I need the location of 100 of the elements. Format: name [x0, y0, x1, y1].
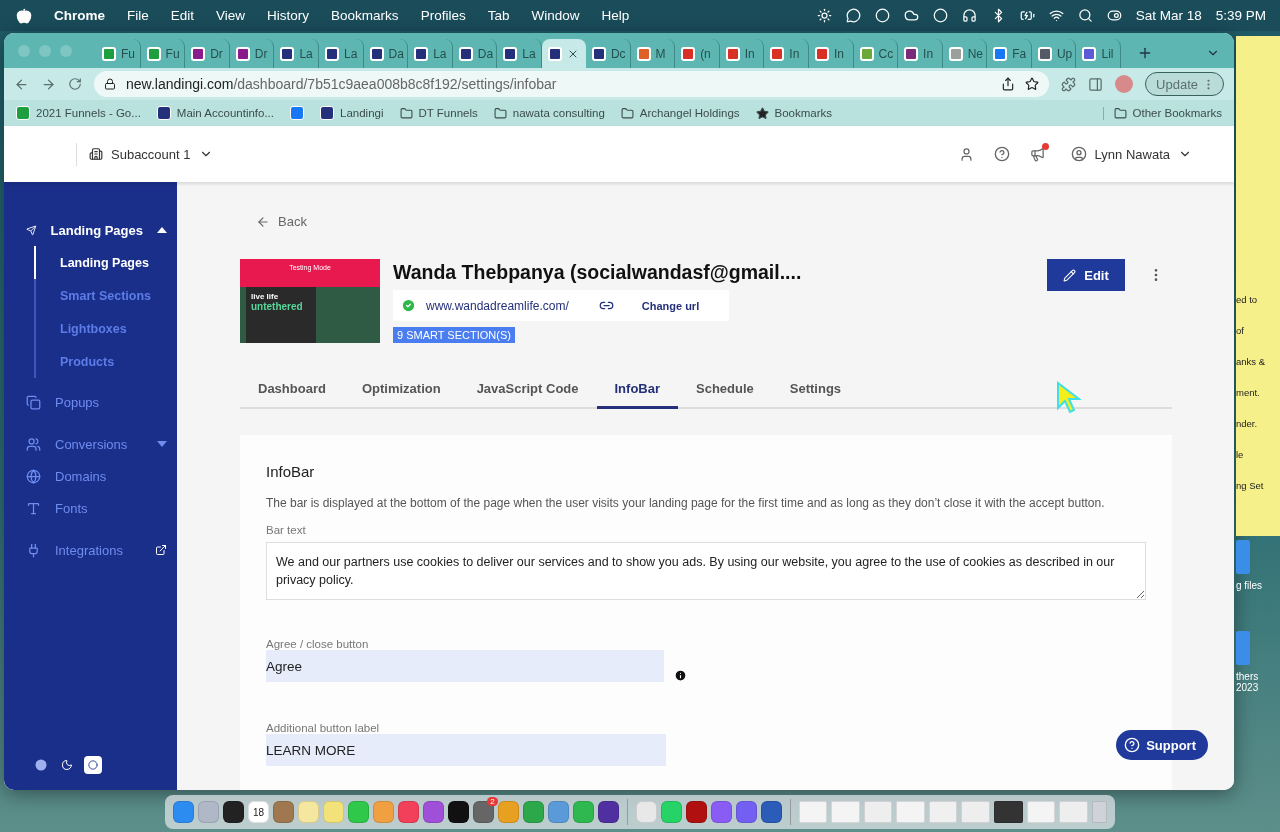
- window-thumbnail[interactable]: [928, 801, 958, 823]
- help-icon[interactable]: [993, 146, 1010, 162]
- page-tab[interactable]: JavaScript Code: [458, 381, 597, 409]
- star-icon: [755, 106, 769, 120]
- menu-item[interactable]: View: [216, 8, 246, 23]
- user-menu[interactable]: Lynn Nawata: [1064, 145, 1198, 163]
- sidebar-item[interactable]: Popups: [4, 386, 177, 418]
- bookmark[interactable]: Main Accountinfo...: [156, 106, 274, 120]
- field-label: Additional button label: [266, 722, 381, 734]
- page-url-link[interactable]: www.wandadreamlife.com/: [426, 298, 569, 313]
- clock-time: 5:39 PM: [1215, 8, 1266, 23]
- menu-item[interactable]: History: [267, 8, 310, 23]
- page-tab[interactable]: Optimization: [343, 381, 459, 409]
- page-tab[interactable]: Dashboard: [240, 381, 344, 409]
- search-icon[interactable]: [1077, 8, 1093, 23]
- sidebar-item[interactable]: Integrations: [4, 534, 177, 566]
- wifi-icon[interactable]: [1048, 8, 1064, 23]
- window-thumbnail[interactable]: [863, 801, 893, 823]
- agree-button-field[interactable]: Agree: [266, 650, 664, 682]
- headphones-icon[interactable]: [961, 8, 977, 23]
- circle-icon: [88, 760, 98, 770]
- note-text: ng Set: [1236, 480, 1265, 491]
- note-text: of: [1236, 325, 1245, 336]
- sidebar-subitem[interactable]: Landing Pages: [34, 246, 177, 279]
- menu-item[interactable]: File: [127, 8, 149, 23]
- battery-icon[interactable]: [1019, 8, 1035, 23]
- address-bar[interactable]: new.landingi.com/dashboard/7b51c9aea008b8c8f192/settings/infobar: [94, 71, 1050, 97]
- subaccount-dropdown[interactable]: Subaccount 1: [76, 142, 213, 166]
- edit-button[interactable]: Edit: [1047, 259, 1125, 291]
- back-icon[interactable]: [14, 76, 29, 92]
- folder-icon: [493, 106, 507, 120]
- menu-item[interactable]: Help: [601, 8, 630, 23]
- circle-icon[interactable]: [874, 8, 890, 23]
- chat-icon[interactable]: [845, 8, 861, 23]
- bookmark[interactable]: Archangel Holdings: [620, 106, 740, 120]
- apple-icon[interactable]: [16, 7, 32, 24]
- bookmark-icon[interactable]: [290, 106, 304, 120]
- window-thumbnail[interactable]: [831, 801, 860, 823]
- bar-text-field[interactable]: We and our partners use cookies to deliver our services and to show you ads. By using our website, you agree to the use of cookies as described in our privacy policy.: [266, 542, 1146, 600]
- menu-item[interactable]: Edit: [170, 8, 195, 23]
- menu-item[interactable]: Tab: [487, 8, 510, 23]
- bookmark[interactable]: DT Funnels: [399, 106, 478, 120]
- support-button[interactable]: Support: [1116, 730, 1208, 760]
- window-thumbnail[interactable]: [1059, 801, 1088, 823]
- app-icon[interactable]: [685, 801, 707, 823]
- additional-button-field[interactable]: LEARN MORE: [266, 734, 666, 766]
- clock-date: Sat Mar 18: [1135, 8, 1202, 23]
- nav-icon: [26, 468, 41, 484]
- field-label: Bar text: [266, 524, 307, 536]
- info-icon[interactable]: [674, 668, 687, 682]
- app-icon[interactable]: [222, 801, 244, 823]
- bookmark-star-icon[interactable]: [1025, 77, 1040, 91]
- calendar-icon[interactable]: 18: [247, 801, 269, 823]
- window-thumbnail[interactable]: [896, 801, 925, 823]
- menu-item[interactable]: Profiles: [420, 8, 466, 23]
- sidebar-item[interactable]: Conversions: [4, 428, 177, 460]
- menu-item[interactable]: Chrome: [54, 8, 105, 23]
- app-icon[interactable]: [447, 801, 469, 823]
- extensions-icon[interactable]: [1061, 76, 1077, 92]
- toggle-icon[interactable]: [1106, 8, 1122, 23]
- app-icon[interactable]: [597, 801, 619, 823]
- page-tab[interactable]: InfoBar: [596, 381, 678, 409]
- browser-tab[interactable]: [541, 39, 586, 68]
- sidebar-item[interactable]: Domains: [4, 460, 177, 492]
- bookmark[interactable]: 2021 Funnels - Go...: [16, 106, 141, 120]
- bookmark[interactable]: Bookmarks: [755, 106, 833, 120]
- share-icon[interactable]: [1001, 77, 1016, 91]
- file-label: thers 2023: [1236, 671, 1260, 693]
- side-panel-icon[interactable]: [1088, 76, 1104, 92]
- menu-item[interactable]: Bookmarks: [331, 8, 399, 23]
- back-link[interactable]: Back: [256, 214, 1172, 229]
- bookmark[interactable]: nawata consulting: [493, 106, 605, 120]
- bookmark[interactable]: Other Bookmarks: [1102, 106, 1222, 120]
- circle-icon[interactable]: [932, 8, 948, 23]
- change-url-link[interactable]: Change url: [641, 299, 700, 312]
- window-thumbnail[interactable]: [961, 801, 990, 823]
- sun-icon[interactable]: [816, 8, 832, 23]
- menu-item[interactable]: Window: [531, 8, 580, 23]
- page-tab[interactable]: Schedule: [678, 381, 772, 409]
- cloud-icon[interactable]: [903, 8, 919, 23]
- page-tab[interactable]: Settings: [771, 381, 860, 409]
- nav-icon: [26, 542, 41, 558]
- forward-icon[interactable]: [41, 76, 56, 92]
- pencil-icon: [1063, 268, 1077, 282]
- light-mode-button[interactable]: [84, 756, 102, 774]
- sidebar-item[interactable]: Fonts: [4, 492, 177, 524]
- bookmark[interactable]: Landingi: [320, 106, 384, 120]
- smart-sections-badge: 9 SMART SECTION(S): [393, 327, 515, 343]
- sidebar-item[interactable]: Landing Pages: [4, 214, 177, 246]
- caret-icon: [157, 441, 167, 447]
- window-thumbnail[interactable]: [994, 801, 1023, 823]
- note-text: ment.: [1236, 387, 1261, 398]
- window-thumbnail[interactable]: [798, 801, 828, 823]
- section-heading: InfoBar: [266, 463, 316, 480]
- person-icon[interactable]: [958, 146, 974, 162]
- update-button[interactable]: Update: [1145, 72, 1224, 96]
- window-thumbnail[interactable]: [1026, 801, 1056, 823]
- reload-icon[interactable]: [68, 77, 82, 91]
- avatar-icon: [1070, 146, 1087, 162]
- caret-icon: [157, 227, 167, 233]
